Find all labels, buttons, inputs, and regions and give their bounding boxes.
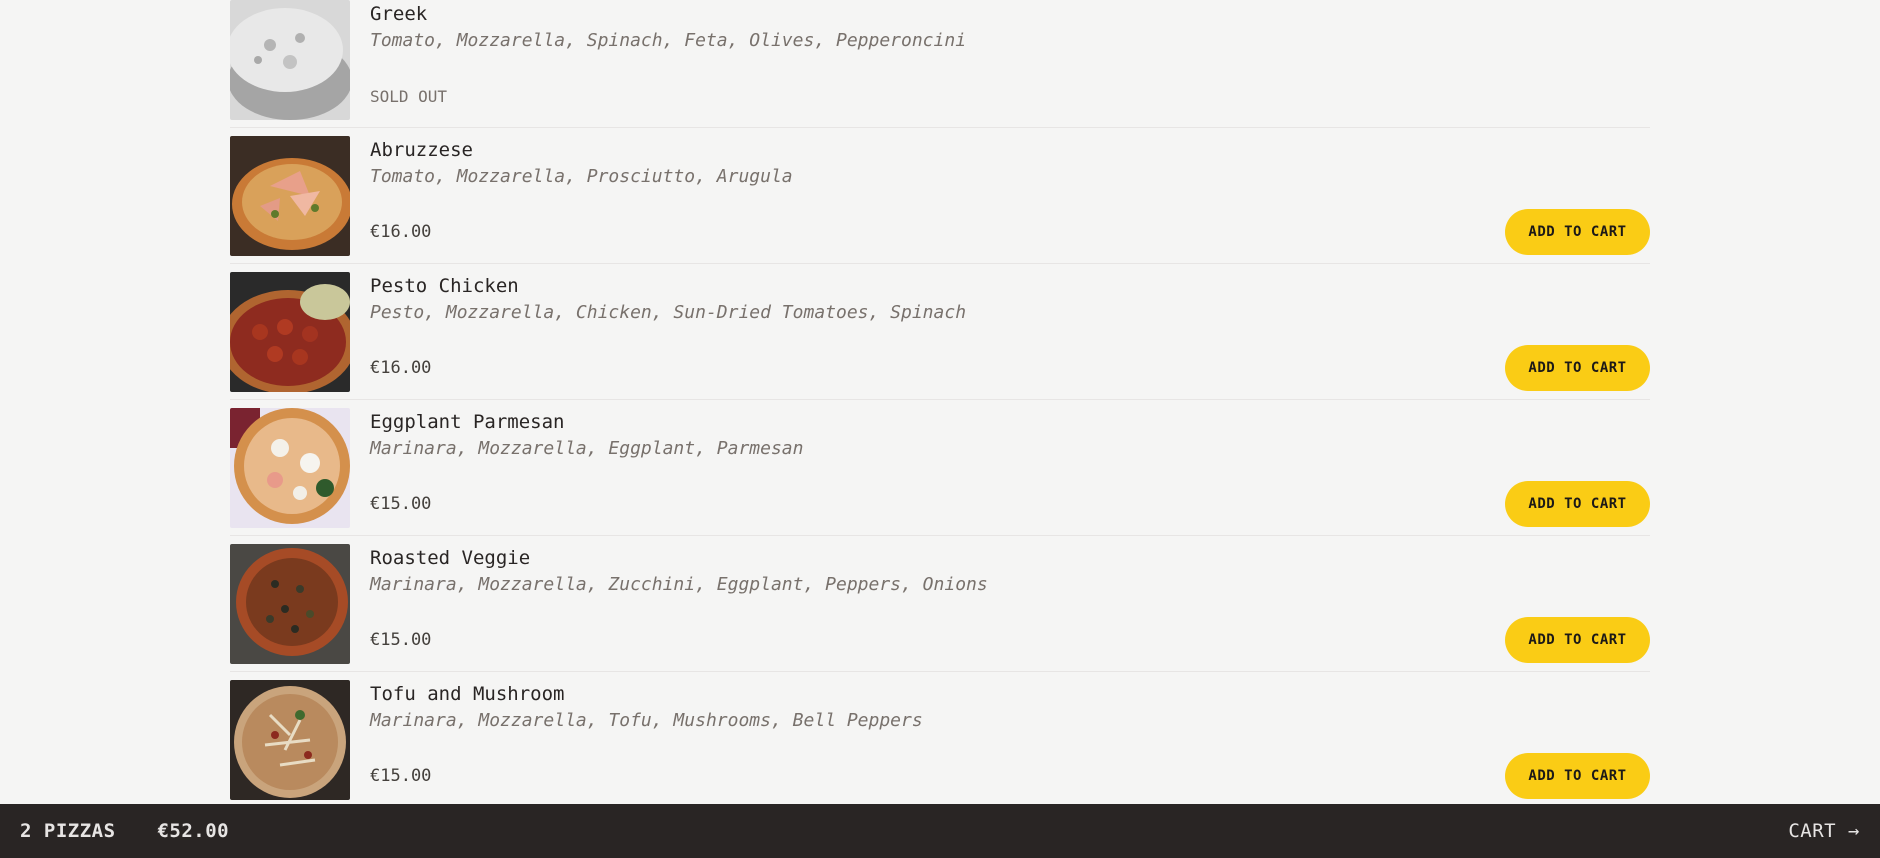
- cart-total-price: €52.00: [157, 820, 230, 842]
- menu-item-greek: Greek Tomato, Mozzarella, Spinach, Feta,…: [230, 0, 1650, 128]
- cart-summary: 2 PIZZAS €52.00: [20, 820, 229, 842]
- menu-item-roasted-veggie: Roasted Veggie Marinara, Mozzarella, Zuc…: [230, 536, 1650, 672]
- cart-pizza-count: 2 PIZZAS: [20, 820, 116, 842]
- sold-out-label: SOLD OUT: [370, 86, 448, 106]
- pizza-ingredients: Pesto, Mozzarella, Chicken, Sun-Dried To…: [370, 302, 967, 323]
- pizza-image: [230, 272, 350, 392]
- pizza-image: [230, 680, 350, 800]
- pizza-name: Greek: [370, 3, 428, 25]
- add-to-cart-button[interactable]: ADD TO CART: [1505, 753, 1650, 799]
- add-to-cart-button[interactable]: ADD TO CART: [1505, 617, 1650, 663]
- pizza-image: [230, 408, 350, 528]
- pizza-name: Tofu and Mushroom: [370, 683, 565, 705]
- pizza-ingredients: Tomato, Mozzarella, Spinach, Feta, Olive…: [370, 30, 967, 51]
- menu-item-eggplant-parmesan: Eggplant Parmesan Marinara, Mozzarella, …: [230, 400, 1650, 536]
- pizza-image: [230, 544, 350, 664]
- pizza-price: €15.00: [370, 766, 432, 786]
- pizza-name: Pesto Chicken: [370, 275, 519, 297]
- pizza-price: €16.00: [370, 358, 432, 378]
- menu-item-pesto-chicken: Pesto Chicken Pesto, Mozzarella, Chicken…: [230, 264, 1650, 400]
- pizza-ingredients: Marinara, Mozzarella, Zucchini, Eggplant…: [370, 574, 988, 595]
- add-to-cart-button[interactable]: ADD TO CART: [1505, 481, 1650, 527]
- menu-item-abruzzese: Abruzzese Tomato, Mozzarella, Prosciutto…: [230, 128, 1650, 264]
- open-cart-link[interactable]: CART →: [1788, 820, 1860, 842]
- menu-item-tofu-and-mushroom: Tofu and Mushroom Marinara, Mozzarella, …: [230, 672, 1650, 808]
- pizza-name: Roasted Veggie: [370, 547, 531, 569]
- cart-overview-bar: 2 PIZZAS €52.00 CART →: [0, 804, 1880, 858]
- pizza-ingredients: Marinara, Mozzarella, Tofu, Mushrooms, B…: [370, 710, 923, 731]
- pizza-image: [230, 0, 350, 120]
- pizza-name: Abruzzese: [370, 139, 473, 161]
- add-to-cart-button[interactable]: ADD TO CART: [1505, 209, 1650, 255]
- add-to-cart-button[interactable]: ADD TO CART: [1505, 345, 1650, 391]
- pizza-ingredients: Tomato, Mozzarella, Prosciutto, Arugula: [370, 166, 793, 187]
- menu-list: Greek Tomato, Mozzarella, Spinach, Feta,…: [230, 0, 1650, 808]
- pizza-image: [230, 136, 350, 256]
- pizza-price: €16.00: [370, 222, 432, 242]
- pizza-ingredients: Marinara, Mozzarella, Eggplant, Parmesan: [370, 438, 804, 459]
- pizza-name: Eggplant Parmesan: [370, 411, 565, 433]
- pizza-price: €15.00: [370, 630, 432, 650]
- pizza-price: €15.00: [370, 494, 432, 514]
